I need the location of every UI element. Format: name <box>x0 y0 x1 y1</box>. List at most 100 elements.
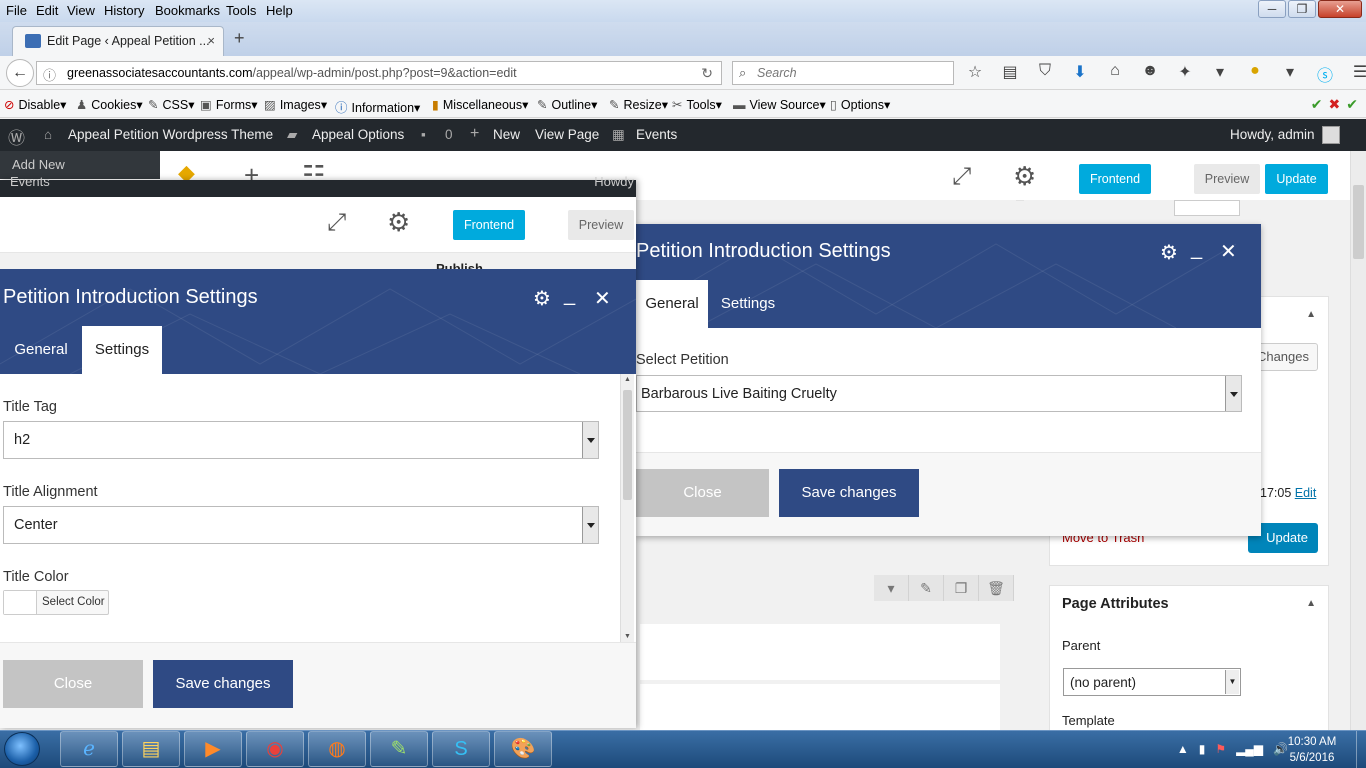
site-name-link[interactable]: Appeal Petition Wordpress Theme <box>68 127 273 142</box>
webdev-miscellaneous[interactable]: ▮ Miscellaneous▾ <box>432 97 528 112</box>
pocket-icon[interactable]: ⛉ <box>1032 62 1058 86</box>
webdev-cookies[interactable]: ♟ Cookies▾ <box>76 97 143 112</box>
events-link[interactable]: Events <box>636 127 677 142</box>
check-icon[interactable]: ✔ <box>1311 96 1323 113</box>
firefox-icon[interactable]: ◍ <box>308 731 366 767</box>
downloads-icon[interactable]: ⬇ <box>1067 62 1093 86</box>
tray-flag-icon[interactable]: ⚑ <box>1215 742 1226 756</box>
webdev-view-source[interactable]: ▬ View Source▾ <box>733 97 826 112</box>
scrollbar-thumb[interactable] <box>1353 185 1364 259</box>
notepad-icon[interactable]: ✎ <box>370 731 428 767</box>
frontend-button[interactable]: Frontend <box>453 210 525 240</box>
webdev-forms[interactable]: ▣ Forms▾ <box>200 97 258 112</box>
frontend-button-bg[interactable]: Frontend <box>1079 164 1151 194</box>
appeal-options-link[interactable]: Appeal Options <box>312 127 404 142</box>
save-changes-button-right[interactable]: Save changes <box>779 469 919 517</box>
system-clock[interactable]: 10:30 AM 5/6/2016 <box>1276 734 1348 766</box>
webdev-options[interactable]: ▯ Options▾ <box>830 97 890 112</box>
row-delete-icon[interactable]: 🗑 <box>979 575 1014 601</box>
wordpress-logo-icon[interactable]: Ⓦ <box>8 124 25 149</box>
modal-scrollbar[interactable]: ▲ ▼ <box>620 374 634 642</box>
maximize-button[interactable]: ❐ <box>1288 0 1316 18</box>
new-tab-button[interactable]: + <box>234 28 245 49</box>
comments-icon[interactable]: ▪ <box>421 127 426 142</box>
tab-general[interactable]: General <box>636 280 708 328</box>
parent-select[interactable]: (no parent) ▼ <box>1063 668 1241 696</box>
menu-tools[interactable]: Tools <box>226 3 256 18</box>
settings-gear-icon-left[interactable]: ⚙ <box>387 207 410 238</box>
webdev-css[interactable]: ✎ CSS▾ <box>148 97 194 112</box>
reload-icon[interactable]: ↻ <box>701 65 713 82</box>
minimize-button[interactable]: ─ <box>1258 0 1286 18</box>
browser-tab[interactable]: Edit Page ‹ Appeal Petition ... × <box>12 26 224 56</box>
hamburger-menu-icon[interactable]: ☰ <box>1347 62 1366 86</box>
fullscreen-icon[interactable]: ⤢ <box>952 163 971 191</box>
preview-button-bg[interactable]: Preview <box>1194 164 1260 194</box>
publish-collapse-icon[interactable]: ▲ <box>1306 309 1316 320</box>
row-edit-icon[interactable]: ✎ <box>909 575 944 601</box>
search-box[interactable]: ⌕ Search <box>732 61 954 85</box>
firebug-icon[interactable]: ● <box>1242 62 1268 86</box>
collapse-arrow-icon[interactable]: ▲ <box>1306 598 1316 609</box>
comments-count[interactable]: 0 <box>445 127 453 142</box>
error-icon[interactable]: ✖ <box>1329 96 1341 113</box>
close-button[interactable]: Close <box>3 660 143 708</box>
settings-gear-icon[interactable]: ⚙ <box>1013 161 1036 192</box>
skype-taskbar-icon[interactable]: S <box>432 731 490 767</box>
window-close-button[interactable]: ✕ <box>1318 0 1362 18</box>
webdev-disable[interactable]: ⊘ Disable▾ <box>4 97 66 112</box>
extension-icon[interactable]: ✦ <box>1172 62 1198 86</box>
title-alignment-select[interactable]: Center <box>3 506 599 544</box>
menu-bookmarks[interactable]: Bookmarks <box>155 3 220 18</box>
webdev-images[interactable]: ▨ Images▾ <box>264 97 327 112</box>
fullscreen-icon-left[interactable]: ⤢ <box>327 209 346 237</box>
media-player-icon[interactable]: ▶ <box>184 731 242 767</box>
modal-close-icon-left[interactable]: ✕ <box>594 286 611 311</box>
avatar[interactable] <box>1322 126 1340 144</box>
view-page-link[interactable]: View Page <box>535 127 599 142</box>
preview-button[interactable]: Preview <box>568 210 634 240</box>
tray-device-icon[interactable]: ▮ <box>1199 742 1206 756</box>
modal-close-icon[interactable]: ✕ <box>1220 239 1237 264</box>
save-changes-button[interactable]: Save changes <box>153 660 293 708</box>
scroll-up-icon[interactable]: ▲ <box>624 376 631 383</box>
tab-close-icon[interactable]: × <box>207 33 215 48</box>
skype-icon[interactable]: ⓢ <box>1312 62 1338 86</box>
new-link[interactable]: New <box>493 127 520 142</box>
howdy-left[interactable]: Howdy <box>594 174 634 189</box>
chrome-icon[interactable]: ◉ <box>246 731 304 767</box>
reading-list-icon[interactable]: ▤ <box>997 62 1023 86</box>
close-button-right[interactable]: Close <box>636 469 769 517</box>
modal-settings-gear-icon[interactable]: ⚙ <box>1160 240 1178 265</box>
back-button[interactable]: ← <box>6 59 34 87</box>
edit-date-link[interactable]: Edit <box>1295 486 1317 500</box>
modal-settings-gear-icon-left[interactable]: ⚙ <box>533 286 551 311</box>
color-picker-button[interactable]: Select Color <box>3 590 109 615</box>
show-desktop-button[interactable] <box>1356 731 1366 768</box>
row-clone-icon[interactable]: ❐ <box>944 575 979 601</box>
modal-minimize-icon[interactable]: _ <box>1191 238 1202 261</box>
title-tag-select[interactable]: h2 <box>3 421 599 459</box>
tray-network-icon[interactable]: ▂▄▆ <box>1236 742 1263 756</box>
webdev-information[interactable]: ⓘ Information▾ <box>335 97 420 116</box>
start-button[interactable] <box>4 732 40 766</box>
scrollbar-thumb-left[interactable] <box>623 390 632 500</box>
tray-expand-icon[interactable]: ▲ <box>1177 742 1189 756</box>
menu-view[interactable]: View <box>67 3 95 18</box>
site-info-icon[interactable]: ⓘ <box>43 65 56 84</box>
tab-settings-left[interactable]: Settings <box>82 326 162 374</box>
home-icon[interactable]: ⌂ <box>1102 62 1128 86</box>
internet-explorer-icon[interactable]: ℯ <box>60 731 118 767</box>
menu-history[interactable]: History <box>104 3 144 18</box>
howdy-admin[interactable]: Howdy, admin <box>1230 127 1315 142</box>
scroll-down-icon[interactable]: ▼ <box>624 633 631 640</box>
update-button-bg[interactable]: Update <box>1265 164 1328 194</box>
url-bar[interactable]: ⓘ greenassociatesaccountants.com/appeal/… <box>36 61 722 85</box>
bookmark-star-icon[interactable]: ☆ <box>962 62 988 86</box>
tab-general-left[interactable]: General <box>0 326 82 374</box>
select-petition-dropdown[interactable]: Barbarous Live Baiting Cruelty <box>636 375 1242 412</box>
dropdown-icon-2[interactable]: ▾ <box>1277 62 1303 86</box>
tab-settings[interactable]: Settings <box>708 280 788 328</box>
webdev-tools[interactable]: ✂ Tools▾ <box>672 97 722 112</box>
file-explorer-icon[interactable]: ▤ <box>122 731 180 767</box>
